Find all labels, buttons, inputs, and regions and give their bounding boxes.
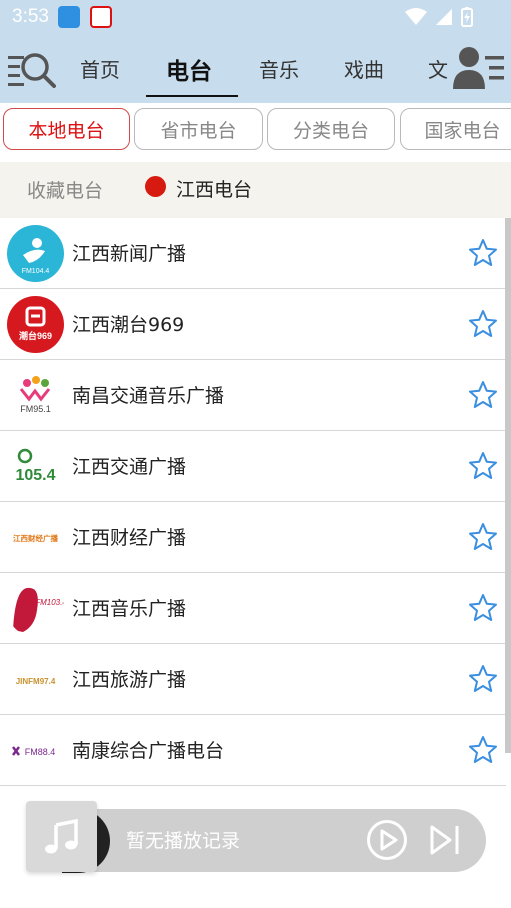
tab-opera[interactable]: 戏曲 [344,54,384,83]
station-logo-icon: 105.4 [15,448,56,484]
menu-search-icon[interactable] [6,50,58,90]
music-note-icon [44,818,78,853]
station-logo: 潮台969 [7,296,64,353]
station-name: 南康综合广播电台 [72,740,225,762]
tab-radio[interactable]: 电台 [166,52,212,86]
favorite-star-icon[interactable] [468,238,498,268]
list-scrollbar[interactable] [505,218,511,753]
app-header: 首页 电台 音乐 戏曲 文 [0,34,511,103]
station-logo-icon: FM88.4 [12,746,56,757]
favorite-star-icon[interactable] [468,309,498,339]
station-name: 江西交通广播 [72,456,187,478]
mini-player: 暂无播放记录 [0,793,511,908]
play-icon[interactable] [366,819,408,861]
wifi-icon [405,8,427,25]
svg-text:FM103.4: FM103.4 [35,598,64,607]
svg-text:FM95.1: FM95.1 [20,404,51,414]
station-row[interactable]: FM103.4 江西音乐广播 [0,573,506,644]
station-row[interactable]: 江西财经广播 江西财经广播 [0,502,506,573]
next-track-icon[interactable] [428,823,462,857]
status-indicators [405,7,473,27]
notification-app-icon [90,6,112,28]
favorite-star-icon[interactable] [468,735,498,765]
station-logo-icon: FM103.4 [13,587,64,632]
station-row[interactable]: 105.4 江西交通广播 [0,431,506,502]
station-logo: FM95.1 [7,367,64,424]
status-bar: 3:53 [0,0,511,34]
station-logo: FM103.4 [7,580,64,637]
tab-home[interactable]: 首页 [80,54,120,83]
tab-more[interactable]: 文 [428,54,448,83]
status-time: 3:53 [12,6,49,27]
album-cover[interactable] [26,801,97,872]
svg-text:FM104.4: FM104.4 [22,268,50,275]
station-name: 江西潮台969 [72,314,185,336]
subtab-province[interactable]: 省市电台 [134,108,263,150]
station-name: 江西音乐广播 [72,598,187,620]
active-tab-indicator [146,95,238,97]
subtab-local[interactable]: 本地电台 [3,108,130,150]
favorite-star-icon[interactable] [468,593,498,623]
station-logo-icon: JINFM97.4 [16,677,56,686]
station-name: 江西财经广播 [72,527,187,549]
svg-text:FM88.4: FM88.4 [25,747,56,757]
station-row[interactable]: JINFM97.4 江西旅游广播 [0,644,506,715]
station-row[interactable]: FM95.1 南昌交通音乐广播 [0,360,506,431]
player-bar[interactable] [60,809,486,872]
svg-text:潮台969: 潮台969 [19,330,52,341]
station-logo-icon: FM104.4 [22,238,50,275]
station-logo: 江西财经广播 [7,509,64,566]
station-list: FM104.4 江西新闻广播 潮台969 江西潮台969 FM95.1 南昌交通… [0,218,511,793]
top-area: 3:53 首页 电台 音乐 戏曲 文 [0,0,511,103]
station-logo: JINFM97.4 [7,651,64,708]
favorites-link[interactable]: 收藏电台 [27,176,103,203]
radio-sub-tabs: 本地电台 省市电台 分类电台 国家电台 [0,103,511,161]
signal-icon [436,9,452,25]
category-tabs: 首页 电台 音乐 戏曲 文 [60,34,454,103]
svg-text:江西财经广播: 江西财经广播 [13,533,58,543]
notification-app-icon [58,6,80,28]
station-logo-icon: FM95.1 [19,376,51,414]
favorite-star-icon[interactable] [468,380,498,410]
province-dot-icon [145,176,166,197]
favorite-star-icon[interactable] [468,522,498,552]
station-logo-icon: 江西财经广播 [13,533,58,543]
station-row[interactable]: FM104.4 江西新闻广播 [0,218,506,289]
station-name: 江西旅游广播 [72,669,187,691]
station-logo: FM104.4 [7,225,64,282]
svg-text:JINFM97.4: JINFM97.4 [16,677,56,686]
favorite-star-icon[interactable] [468,664,498,694]
tab-music[interactable]: 音乐 [259,54,299,83]
station-row[interactable]: 潮台969 江西潮台969 [0,289,506,360]
favorite-star-icon[interactable] [468,451,498,481]
station-name: 南昌交通音乐广播 [72,385,225,407]
province-selector[interactable]: 江西电台 [176,175,252,202]
subtab-national[interactable]: 国家电台 [400,108,511,150]
station-row[interactable]: FM88.4 南康综合广播电台 [0,715,506,786]
battery-icon [461,7,473,27]
favorite-bar: 收藏电台 江西电台 [0,162,511,218]
station-logo-icon: 潮台969 [19,306,52,341]
station-logo: FM88.4 [7,722,64,779]
subtab-category[interactable]: 分类电台 [267,108,395,150]
station-name: 江西新闻广播 [72,243,187,265]
station-logo: 105.4 [7,438,64,495]
player-status-text: 暂无播放记录 [126,830,241,852]
user-menu-icon[interactable] [452,46,506,90]
svg-text:105.4: 105.4 [15,467,55,484]
